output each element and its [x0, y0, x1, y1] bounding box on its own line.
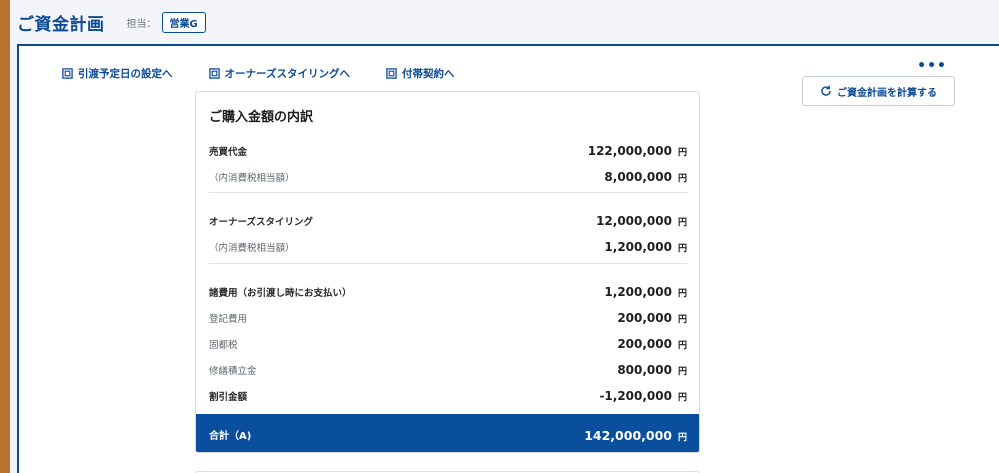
open-window-icon — [62, 68, 73, 79]
yen-unit: 円 — [677, 432, 687, 443]
row-value: 12,000,000 — [596, 214, 672, 228]
link-label: 付帯契約へ — [401, 68, 455, 80]
row-sale-price: 売買代金 122,000,000 円 — [209, 140, 687, 159]
row-label: 固都税 — [209, 340, 238, 351]
calculate-funding-plan-button[interactable]: ご資金計画を計算する — [802, 76, 955, 106]
row-discount: 割引金額 -1,200,000 円 — [209, 385, 687, 404]
row-value: 1,200,000 — [604, 240, 672, 254]
row-value: 800,000 — [617, 363, 672, 377]
row-owners-styling: オーナーズスタイリング 12,000,000 円 — [209, 210, 687, 229]
link-label: オーナーズスタイリングへ — [224, 68, 350, 80]
yen-unit: 円 — [677, 315, 687, 325]
card-title: ご購入金額の内訳 — [209, 110, 314, 125]
page-title: ご資金計画 — [17, 14, 105, 35]
divider — [209, 192, 687, 193]
purchase-breakdown-card: ご購入金額の内訳 売買代金 122,000,000 円 （内消費税相当額） 8,0… — [195, 91, 700, 453]
left-accent-strip — [0, 0, 10, 473]
row-value: 1,200,000 — [604, 285, 672, 299]
yen-unit: 円 — [677, 289, 687, 299]
yen-unit: 円 — [677, 341, 687, 351]
row-repair-reserve: 修繕積立金 800,000 円 — [209, 359, 687, 378]
total-row: 合計（A) 142,000,000 円 — [196, 414, 699, 452]
row-label: 登記費用 — [209, 314, 248, 325]
row-label: 売買代金 — [209, 147, 248, 158]
row-value: 8,000,000 — [604, 170, 672, 184]
row-label: 割引金額 — [209, 392, 248, 403]
total-value: 142,000,000 — [584, 427, 672, 443]
divider — [209, 263, 687, 264]
owner-badge: 営業G — [161, 11, 206, 33]
link-owners-styling[interactable]: オーナーズスタイリングへ — [208, 66, 350, 81]
yen-unit: 円 — [677, 367, 687, 377]
yen-unit: 円 — [677, 393, 687, 403]
total-label: 合計（A) — [209, 430, 252, 442]
owner-label: 担当： — [126, 18, 157, 30]
row-owners-styling-tax: （内消費税相当額） 1,200,000 円 — [209, 236, 687, 255]
row-label: （内消費税相当額） — [209, 173, 295, 184]
open-window-icon — [386, 68, 397, 79]
refresh-icon — [820, 85, 832, 97]
more-options-icon[interactable]: ••• — [917, 58, 947, 74]
row-label: （内消費税相当額） — [209, 243, 295, 254]
link-handover-date-setting[interactable]: 引渡予定日の設定へ — [62, 66, 173, 81]
open-window-icon — [208, 68, 220, 79]
yen-unit: 円 — [677, 174, 687, 184]
row-label: 諸費用（お引渡し時にお支払い） — [209, 288, 352, 299]
row-value: 200,000 — [617, 311, 672, 325]
row-label: オーナーズスタイリング — [209, 217, 314, 228]
row-sale-price-tax: （内消費税相当額） 8,000,000 円 — [209, 166, 687, 185]
row-value: 122,000,000 — [587, 144, 672, 158]
yen-unit: 円 — [677, 218, 687, 228]
yen-unit: 円 — [677, 244, 687, 254]
row-property-tax: 固都税 200,000 円 — [209, 333, 687, 352]
main-content: 引渡予定日の設定へ オーナーズスタイリングへ 付帯契約へ ••• ご資金計画を計… — [17, 44, 999, 473]
link-ancillary-contract[interactable]: 付帯契約へ — [386, 66, 455, 81]
calculate-button-label: ご資金計画を計算する — [837, 87, 937, 99]
row-registration-fee: 登記費用 200,000 円 — [209, 307, 687, 326]
quick-links: 引渡予定日の設定へ オーナーズスタイリングへ 付帯契約へ — [62, 66, 454, 81]
row-label: 修繕積立金 — [209, 366, 257, 377]
row-value: 200,000 — [617, 337, 672, 351]
row-value: -1,200,000 — [599, 389, 672, 403]
link-label: 引渡予定日の設定へ — [78, 68, 173, 80]
page-header: ご資金計画 担当： 営業G — [10, 0, 999, 44]
yen-unit: 円 — [677, 148, 687, 158]
row-misc-fees: 諸費用（お引渡し時にお支払い） 1,200,000 円 — [209, 281, 687, 300]
